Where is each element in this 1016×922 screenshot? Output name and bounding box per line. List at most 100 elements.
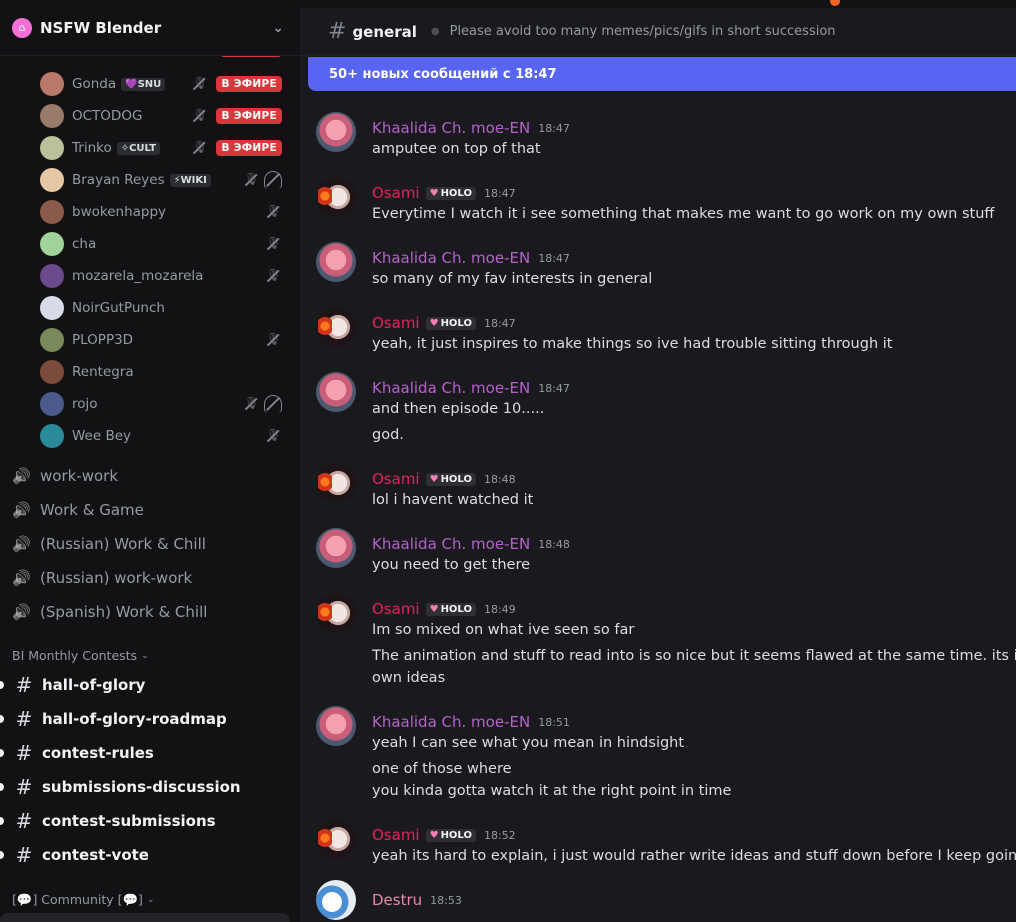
- avatar[interactable]: [316, 463, 356, 503]
- voice-channel[interactable]: 🔊 (Russian) Work & Chill: [8, 529, 292, 559]
- timestamp: 18:53: [430, 893, 462, 907]
- unread-indicator: [0, 715, 4, 723]
- voice-user[interactable]: Brayan Reyes ⚡WIKI: [40, 167, 290, 193]
- text-channel[interactable]: # hall-of-glory: [0, 670, 292, 700]
- server-name: NSFW Blender: [40, 18, 162, 37]
- heart-icon: ♥: [429, 473, 439, 485]
- message-header: Khaalida Ch. moe-EN 18:47: [372, 119, 570, 137]
- voice-user[interactable]: Gonda 💜SNU В ЭФИРЕ: [40, 71, 290, 97]
- text-channel-name: hall-of-glory-roadmap: [42, 710, 227, 728]
- avatar[interactable]: [316, 177, 356, 217]
- message-text: yeah its hard to explain, i just would r…: [372, 848, 1016, 864]
- timestamp: 18:49: [483, 602, 516, 616]
- message-text: yeah I can see what you mean in hindsigh…: [372, 735, 685, 751]
- text-channel[interactable]: # contest-rules: [0, 738, 292, 768]
- text-channel[interactable]: # submissions-discussion: [0, 772, 292, 802]
- headphones-deafened-icon: [264, 171, 282, 189]
- voice-status-icons: [264, 331, 282, 349]
- mic-muted-icon: [264, 267, 282, 285]
- message-header: Khaalida Ch. moe-EN 18:47: [372, 379, 570, 397]
- author-name[interactable]: Khaalida Ch. moe-EN: [372, 249, 530, 267]
- new-messages-banner[interactable]: 50+ новых сообщений с 18:47: [308, 57, 1016, 91]
- author-name[interactable]: Osami: [372, 184, 420, 202]
- timestamp: 18:48: [483, 472, 516, 486]
- voice-user[interactable]: NoirGutPunch: [40, 295, 290, 321]
- voice-user[interactable]: Rentegra: [40, 359, 290, 385]
- text-channel[interactable]: # contest-submissions: [0, 806, 292, 836]
- author-name[interactable]: Osami: [372, 470, 420, 488]
- author-name[interactable]: Destru: [372, 891, 422, 909]
- text-channel-name: contest-submissions: [42, 812, 216, 830]
- server-header[interactable]: ⌂ NSFW Blender ⌄: [0, 0, 300, 56]
- channel-name: general: [352, 22, 417, 41]
- hash-icon: #: [15, 741, 33, 765]
- avatar[interactable]: [316, 372, 356, 412]
- voice-user[interactable]: rojo: [40, 391, 290, 417]
- message-text: you kinda gotta watch it at the right po…: [372, 783, 732, 799]
- voice-user[interactable]: cha: [40, 231, 290, 257]
- hash-icon: #: [15, 809, 33, 833]
- author-name[interactable]: Khaalida Ch. moe-EN: [372, 379, 530, 397]
- avatar[interactable]: [316, 880, 356, 920]
- user-panel: [0, 913, 290, 922]
- message-text: and then episode 10.....: [372, 401, 545, 417]
- avatar: [40, 296, 64, 320]
- avatar[interactable]: [316, 593, 356, 633]
- user-tag: ✧CULT: [116, 141, 161, 155]
- author-name[interactable]: Khaalida Ch. moe-EN: [372, 535, 530, 553]
- chevron-down-icon[interactable]: ⌄: [272, 20, 284, 36]
- voice-user-name: mozarela_mozarela: [72, 268, 204, 284]
- avatar[interactable]: [316, 528, 356, 568]
- voice-channel[interactable]: 🔊 work-work: [8, 461, 292, 491]
- chevron-down-icon: ⌄: [141, 650, 149, 661]
- message-header: Khaalida Ch. moe-EN 18:48: [372, 535, 570, 553]
- message-text: so many of my fav interests in general: [372, 271, 653, 287]
- channel-topic[interactable]: Please avoid too many memes/pics/gifs in…: [450, 24, 836, 39]
- voice-status-icons: В ЭФИРЕ: [190, 107, 282, 125]
- voice-user[interactable]: mozarela_mozarela: [40, 263, 290, 289]
- author-name[interactable]: Khaalida Ch. moe-EN: [372, 119, 530, 137]
- category-community[interactable]: [💬] Community [💬] ⌄: [12, 892, 154, 908]
- voice-user[interactable]: bwokenhappy: [40, 199, 290, 225]
- text-channel[interactable]: # contest-vote: [0, 840, 292, 870]
- heart-icon: ♥: [429, 187, 439, 199]
- avatar[interactable]: [316, 819, 356, 859]
- voice-user[interactable]: Wee Bey: [40, 423, 290, 449]
- author-name[interactable]: Osami: [372, 314, 420, 332]
- timestamp: 18:47: [538, 381, 570, 395]
- category-contests[interactable]: BI Monthly Contests ⌄: [12, 648, 149, 663]
- message-text: own ideas: [372, 670, 446, 686]
- voice-user[interactable]: PLOPP3D: [40, 327, 290, 353]
- voice-channel-name: work-work: [40, 467, 119, 485]
- text-channel-name: contest-rules: [42, 744, 154, 762]
- server-icon: ⌂: [12, 17, 32, 38]
- voice-channel-name: Work & Game: [40, 501, 144, 519]
- voice-channel[interactable]: 🔊 (Russian) work-work: [8, 563, 292, 593]
- live-badge: В ЭФИРЕ: [216, 108, 282, 124]
- voice-user-name: Trinko: [72, 140, 112, 156]
- text-channel-name: submissions-discussion: [42, 778, 241, 796]
- timestamp: 18:47: [538, 251, 570, 265]
- unread-indicator: [0, 817, 4, 825]
- author-name[interactable]: Osami: [372, 826, 420, 844]
- message-header: Osami ♥ HOLO 18:47: [372, 314, 516, 332]
- speaker-icon: 🔊: [12, 467, 31, 485]
- voice-channel[interactable]: 🔊 Work & Game: [8, 495, 292, 525]
- avatar[interactable]: [316, 307, 356, 347]
- voice-channel-name: (Russian) Work & Chill: [40, 535, 206, 553]
- text-channel[interactable]: # hall-of-glory-roadmap: [0, 704, 292, 734]
- voice-user[interactable]: OCTODOG В ЭФИРЕ: [40, 103, 290, 129]
- avatar[interactable]: [316, 112, 356, 152]
- avatar[interactable]: [316, 242, 356, 282]
- author-name[interactable]: Khaalida Ch. moe-EN: [372, 713, 530, 731]
- message-text: you need to get there: [372, 557, 531, 573]
- voice-user[interactable]: Trinko ✧CULT В ЭФИРЕ: [40, 135, 290, 161]
- voice-user-name: Wee Bey: [72, 428, 132, 444]
- chevron-down-icon: ⌄: [146, 895, 155, 905]
- hash-icon: #: [15, 775, 33, 799]
- author-name[interactable]: Osami: [372, 600, 420, 618]
- mic-muted-icon: [242, 395, 260, 413]
- voice-status-icons: В ЭФИРЕ: [190, 75, 282, 93]
- voice-channel[interactable]: 🔊 (Spanish) Work & Chill: [8, 597, 292, 627]
- avatar[interactable]: [316, 706, 356, 746]
